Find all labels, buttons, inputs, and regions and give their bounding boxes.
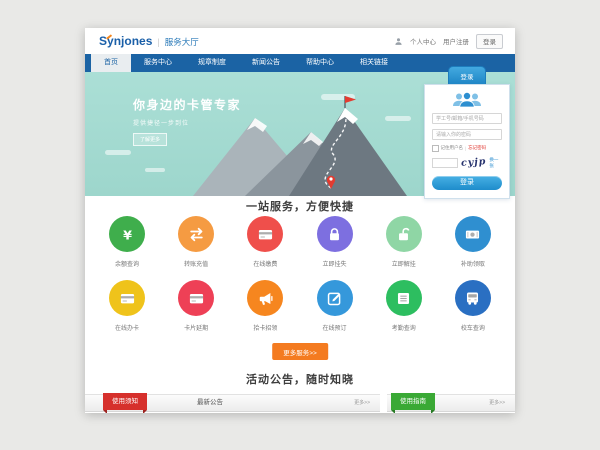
personal-center-link[interactable]: 个人中心 xyxy=(410,36,436,46)
more-services-button[interactable]: 更多服务>> xyxy=(272,343,328,360)
cloud-shape xyxy=(145,168,165,172)
logo-accent-letter: y xyxy=(107,34,114,48)
login-panel: 登录 记住用户名 | 忘记密码 cyjp 换一张 登录 xyxy=(424,66,510,199)
desktop-background: { "colors": { "nav_blue": "#1b63a4", "ba… xyxy=(0,0,600,450)
users-group-icon xyxy=(450,91,484,108)
service-item[interactable]: 考勤查询 xyxy=(376,280,432,332)
nav-item-regulations[interactable]: 规章制度 xyxy=(185,54,239,72)
remember-label: 记住用户名 xyxy=(441,145,464,151)
login-tab[interactable]: 登录 xyxy=(448,66,486,84)
logo-text: S xyxy=(99,34,107,48)
site-logo[interactable]: Synjones | 服务大厅 xyxy=(99,34,199,48)
captcha-refresh-link[interactable]: 换一张 xyxy=(489,157,502,169)
announcements-right-panel: 使用指南 更多>> xyxy=(387,394,515,412)
banknote-icon[interactable] xyxy=(455,216,491,252)
more-link-right[interactable]: 更多>> xyxy=(489,395,505,411)
service-item[interactable]: 在线办卡 xyxy=(99,280,155,332)
captcha-input[interactable] xyxy=(432,158,458,168)
announcements-section-title: 活动公告，随时知晓 xyxy=(85,371,515,387)
site-header: Synjones | 服务大厅 个人中心 用户注册 登录 xyxy=(85,28,515,54)
header-links: 个人中心 用户注册 登录 xyxy=(394,28,503,54)
captcha-image[interactable]: cyjp xyxy=(461,156,487,169)
services-row-2: 在线办卡 卡片延期 拾卡招领 在线预订 考勤查询 校车查询 xyxy=(99,280,501,332)
header-login-button[interactable]: 登录 xyxy=(476,34,503,49)
captcha-row: cyjp 换一张 xyxy=(432,157,502,169)
yuan-icon[interactable]: ¥ xyxy=(109,216,145,252)
remember-checkbox[interactable] xyxy=(432,145,439,152)
list-icon[interactable] xyxy=(386,280,422,316)
bus-icon[interactable] xyxy=(455,280,491,316)
service-item[interactable]: 拾卡招领 xyxy=(237,280,293,332)
login-form: 记住用户名 | 忘记密码 cyjp 换一张 登录 xyxy=(424,84,510,199)
service-item[interactable]: ¥余额查询 xyxy=(99,216,155,268)
card-icon[interactable] xyxy=(178,280,214,316)
logo-text-rest: njones xyxy=(114,34,153,48)
transfer-icon[interactable] xyxy=(178,216,214,252)
svg-text:¥: ¥ xyxy=(123,228,132,243)
service-item[interactable]: 卡片延期 xyxy=(168,280,224,332)
nav-item-home[interactable]: 首页 xyxy=(91,54,131,72)
service-item[interactable]: 立即挂失 xyxy=(307,216,363,268)
services-row-1: ¥余额查询 转账充值 在线缴费 立即挂失 立即解挂 补助领取 xyxy=(99,216,501,268)
user-register-link[interactable]: 用户注册 xyxy=(443,36,469,46)
service-item[interactable]: 校车查询 xyxy=(445,280,501,332)
username-input[interactable] xyxy=(432,113,502,124)
password-input[interactable] xyxy=(432,129,502,140)
service-item[interactable]: 转账充值 xyxy=(168,216,224,268)
tab-latest-announcements[interactable]: 最新公告 xyxy=(189,395,231,411)
nav-item-news[interactable]: 新闻公告 xyxy=(239,54,293,72)
card-icon[interactable] xyxy=(247,216,283,252)
service-item[interactable]: 在线缴费 xyxy=(237,216,293,268)
service-item[interactable]: 在线预订 xyxy=(307,280,363,332)
lock-icon[interactable] xyxy=(317,216,353,252)
hero-subtitle: 提供捷径一步到位 xyxy=(133,118,241,127)
nav-item-related-links[interactable]: 相关链接 xyxy=(347,54,401,72)
tab-usage-notice[interactable]: 使用须知 xyxy=(103,393,147,410)
nav-item-help-center[interactable]: 帮助中心 xyxy=(293,54,347,72)
megaphone-icon[interactable] xyxy=(247,280,283,316)
login-submit-button[interactable]: 登录 xyxy=(432,176,502,190)
cloud-shape xyxy=(105,150,131,155)
logo-subtitle: 服务大厅 xyxy=(165,36,199,48)
hero-text-block: 你身边的卡管专家 提供捷径一步到位 了解更多 xyxy=(133,96,241,146)
website-page: Synjones | 服务大厅 个人中心 用户注册 登录 首页 服务中心 规章制… xyxy=(85,28,515,413)
card-icon[interactable] xyxy=(109,280,145,316)
announcements-left-panel: 使用须知 最新公告 更多>> xyxy=(85,394,380,412)
person-icon xyxy=(394,37,403,46)
nav-item-service-center[interactable]: 服务中心 xyxy=(131,54,185,72)
services-section-title: 一站服务，方便快捷 xyxy=(85,198,515,214)
hero-title: 你身边的卡管专家 xyxy=(133,96,241,113)
edit-icon[interactable] xyxy=(317,280,353,316)
remember-row: 记住用户名 | 忘记密码 xyxy=(432,145,502,152)
logo-divider: | xyxy=(157,37,159,47)
unlock-icon[interactable] xyxy=(386,216,422,252)
separator: | xyxy=(465,146,466,151)
forgot-password-link[interactable]: 忘记密码 xyxy=(468,145,486,151)
service-item[interactable]: 立即解挂 xyxy=(376,216,432,268)
service-item[interactable]: 补助领取 xyxy=(445,216,501,268)
tab-usage-guide[interactable]: 使用指南 xyxy=(391,393,435,410)
more-link-left[interactable]: 更多>> xyxy=(354,395,370,411)
hero-cta-button[interactable]: 了解更多 xyxy=(133,133,167,146)
